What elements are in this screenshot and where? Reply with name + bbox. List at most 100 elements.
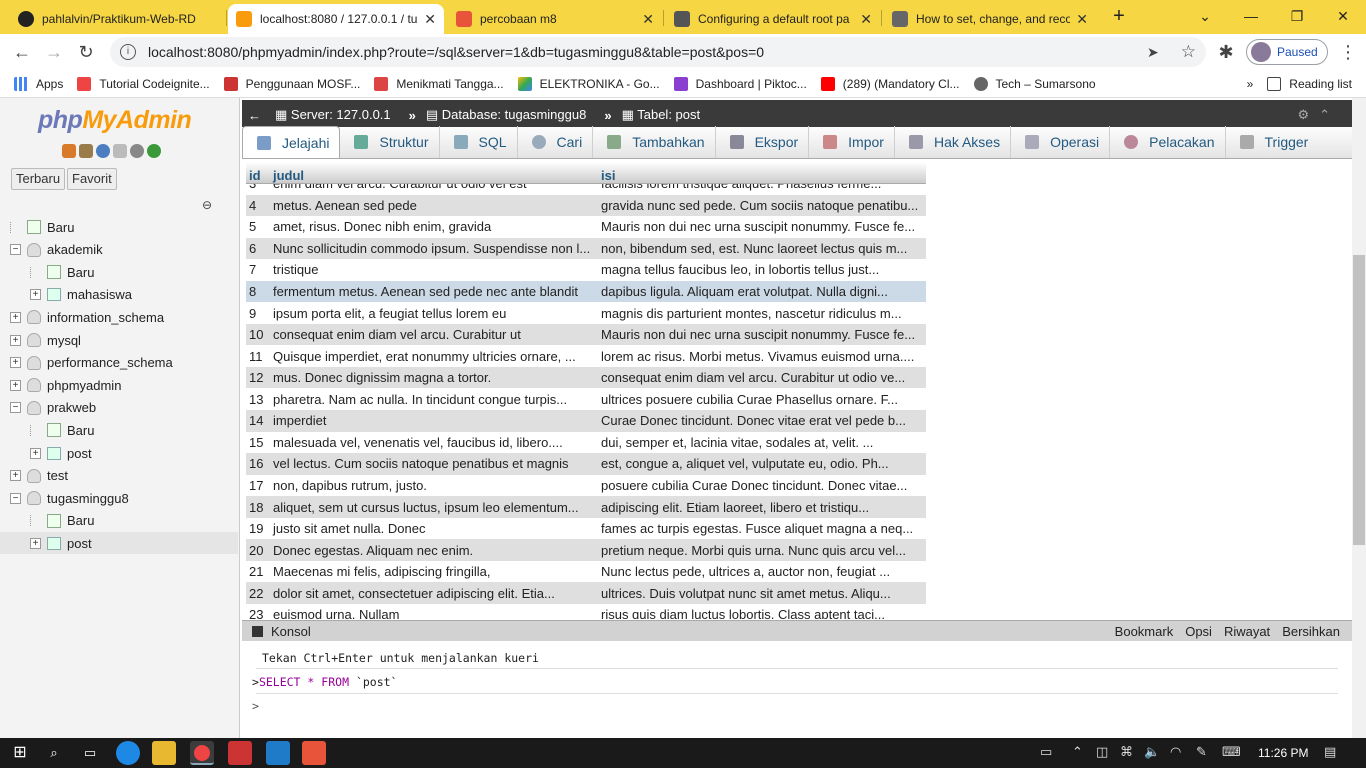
- settings-icon[interactable]: ⚙: [1297, 107, 1309, 123]
- tree-item[interactable]: + post: [0, 442, 238, 464]
- table-cell-id[interactable]: 13: [246, 392, 270, 407]
- address-bar[interactable]: i localhost:8080/phpmyadmin/index.php?ro…: [110, 37, 1206, 67]
- collapse-arrow-icon[interactable]: ←: [248, 108, 261, 123]
- table-cell-id[interactable]: 14: [246, 413, 270, 428]
- tree-item[interactable]: + test: [0, 465, 238, 487]
- tab-privileges[interactable]: Hak Akses: [895, 126, 1012, 158]
- recent-button[interactable]: Terbaru: [11, 168, 66, 190]
- bookmark-star-icon[interactable]: ☆: [1181, 42, 1196, 62]
- table-cell-id[interactable]: 16: [246, 456, 270, 471]
- tree-item[interactable]: + information_schema: [0, 306, 238, 328]
- console-bar[interactable]: Konsol Bookmark Opsi Riwayat Bersihkan: [242, 621, 1352, 641]
- table-cell-isi[interactable]: ultrices. Duis volutpat nunc sit amet me…: [598, 586, 922, 601]
- tab-operations[interactable]: Operasi: [1011, 126, 1111, 158]
- table-cell-id[interactable]: 9: [246, 306, 270, 321]
- console-options-link[interactable]: Opsi: [1185, 624, 1212, 639]
- table-row[interactable]: 13 pharetra. Nam ac nulla. In tincidunt c…: [246, 388, 926, 410]
- tab-browse[interactable]: Jelajahi: [242, 126, 341, 158]
- file-explorer-icon[interactable]: [152, 741, 176, 765]
- table-cell-id[interactable]: 12: [246, 370, 270, 385]
- chrome-icon[interactable]: [190, 741, 214, 765]
- clock[interactable]: 11:26 PM: [1258, 746, 1308, 760]
- help-icon[interactable]: [96, 144, 110, 158]
- expand-icon[interactable]: +: [10, 334, 21, 346]
- table-cell-isi[interactable]: ultrices posuere cubilia Curae Phasellus…: [598, 392, 922, 407]
- table-cell-judul[interactable]: amet, risus. Donec nibh enim, gravida: [270, 219, 598, 234]
- restore-button[interactable]: ❐: [1274, 0, 1320, 34]
- table-cell-isi[interactable]: risus quis diam luctus lobortis. Class a…: [598, 607, 922, 619]
- table-cell-id[interactable]: 7: [246, 262, 270, 277]
- tree-item[interactable]: − prakweb: [0, 397, 238, 419]
- table-cell-isi[interactable]: Nunc lectus pede, ultrices a, auctor non…: [598, 564, 922, 579]
- expand-icon[interactable]: +: [10, 311, 21, 323]
- vscode-icon[interactable]: [266, 741, 290, 765]
- table-cell-judul[interactable]: consequat enim diam vel arcu. Curabitur …: [270, 327, 598, 342]
- expand-icon[interactable]: +: [10, 470, 21, 482]
- send-icon[interactable]: ➤: [1147, 44, 1159, 61]
- table-row[interactable]: 22 dolor sit amet, consectetuer adipiscin…: [246, 582, 926, 604]
- table-cell-id[interactable]: 5: [246, 219, 270, 234]
- tree-item[interactable]: + post: [0, 532, 238, 555]
- new-tab-button[interactable]: +: [1106, 4, 1132, 30]
- table-row[interactable]: 12 mus. Donec dignissim magna a tortor. co…: [246, 366, 926, 389]
- tree-item[interactable]: + mahasiswa: [0, 284, 238, 306]
- bookmark-item[interactable]: Menikmati Tangga...: [374, 76, 504, 91]
- tree-item[interactable]: + mysql: [0, 329, 238, 351]
- table-row[interactable]: 15 malesuada vel, venenatis vel, faucibus…: [246, 431, 926, 454]
- table-row[interactable]: 8 fermentum metus. Aenean sed pede nec an…: [246, 280, 926, 303]
- gear-icon[interactable]: [130, 144, 144, 158]
- table-cell-id[interactable]: 23: [246, 607, 270, 619]
- bookmark-item[interactable]: Tech – Sumarsono: [973, 76, 1096, 91]
- bookmark-item[interactable]: Tutorial Codeignite...: [77, 76, 210, 91]
- table-cell-judul[interactable]: euismod urna. Nullam: [270, 607, 598, 619]
- bookmark-apps[interactable]: Apps: [14, 76, 63, 91]
- table-cell-judul[interactable]: aliquet, sem ut cursus luctus, ipsum leo…: [270, 500, 598, 515]
- reload-button[interactable]: ↻: [72, 38, 100, 66]
- table-row[interactable]: 21 Maecenas mi felis, adipiscing fringill…: [246, 560, 926, 583]
- forward-button[interactable]: →: [40, 38, 68, 66]
- table-cell-judul[interactable]: justo sit amet nulla. Donec: [270, 521, 598, 536]
- tree-item[interactable]: − akademik: [0, 239, 238, 261]
- app-icon[interactable]: [228, 741, 252, 765]
- windows-start-icon[interactable]: ⊞: [8, 741, 32, 765]
- table-cell-judul[interactable]: mus. Donec dignissim magna a tortor.: [270, 370, 598, 385]
- table-cell-id[interactable]: 10: [246, 327, 270, 342]
- table-cell-isi[interactable]: gravida nunc sed pede. Cum sociis natoqu…: [598, 198, 922, 213]
- tab-search[interactable]: Cari: [518, 126, 594, 158]
- tab-triggers[interactable]: Trigger: [1226, 126, 1319, 158]
- console-bookmark-link[interactable]: Bookmark: [1115, 624, 1174, 639]
- table-row[interactable]: 9 ipsum porta elit, a feugiat tellus lore…: [246, 302, 926, 324]
- task-view-icon[interactable]: ▭: [78, 741, 102, 765]
- table-row[interactable]: 4 metus. Aenean sed pede gravida nunc sed …: [246, 194, 926, 217]
- table-cell-isi[interactable]: non, bibendum sed, est. Nunc laoreet lec…: [598, 241, 922, 256]
- table-cell-judul[interactable]: dolor sit amet, consectetuer adipiscing …: [270, 586, 598, 601]
- table-cell-id[interactable]: 19: [246, 521, 270, 536]
- table-cell-id[interactable]: 17: [246, 478, 270, 493]
- table-cell-isi[interactable]: posuere cubilia Curae Donec tincidunt. D…: [598, 478, 922, 493]
- link-icon[interactable]: ⊖: [202, 198, 212, 212]
- table-cell-isi[interactable]: magna tellus faucibus leo, in lobortis t…: [598, 262, 922, 277]
- tab-structure[interactable]: Struktur: [340, 126, 440, 158]
- tab-search-icon[interactable]: ⌄: [1182, 0, 1228, 34]
- collapse-icon[interactable]: −: [10, 402, 21, 414]
- tree-item[interactable]: Baru: [0, 510, 238, 532]
- table-cell-isi[interactable]: adipiscing elit. Etiam laoreet, libero e…: [598, 500, 922, 515]
- home-icon[interactable]: [62, 144, 76, 158]
- console-input[interactable]: >: [252, 699, 1328, 713]
- bookmark-item[interactable]: (289) (Mandatory Cl...: [820, 76, 960, 91]
- tree-item[interactable]: − tugasminggu8: [0, 487, 238, 509]
- docs-icon[interactable]: [113, 144, 127, 158]
- table-cell-isi[interactable]: est, congue a, aliquet vel, vulputate eu…: [598, 456, 922, 471]
- console-clear-link[interactable]: Bersihkan: [1282, 624, 1340, 639]
- table-row[interactable]: 14 imperdiet Curae Donec tincidunt. Donec …: [246, 410, 926, 432]
- tab-export[interactable]: Ekspor: [716, 126, 810, 158]
- bookmark-item[interactable]: Dashboard | Piktoc...: [673, 76, 807, 91]
- tab-insert[interactable]: Tambahkan: [593, 126, 716, 158]
- table-cell-judul[interactable]: pharetra. Nam ac nulla. In tincidunt con…: [270, 392, 598, 407]
- table-cell-id[interactable]: 22: [246, 586, 270, 601]
- table-cell-id[interactable]: 20: [246, 543, 270, 558]
- collapse-icon[interactable]: −: [10, 244, 21, 256]
- table-cell-id[interactable]: 4: [246, 198, 270, 213]
- collapse-icon[interactable]: ⌃: [1319, 107, 1330, 123]
- table-cell-judul[interactable]: Maecenas mi felis, adipiscing fringilla,: [270, 564, 598, 579]
